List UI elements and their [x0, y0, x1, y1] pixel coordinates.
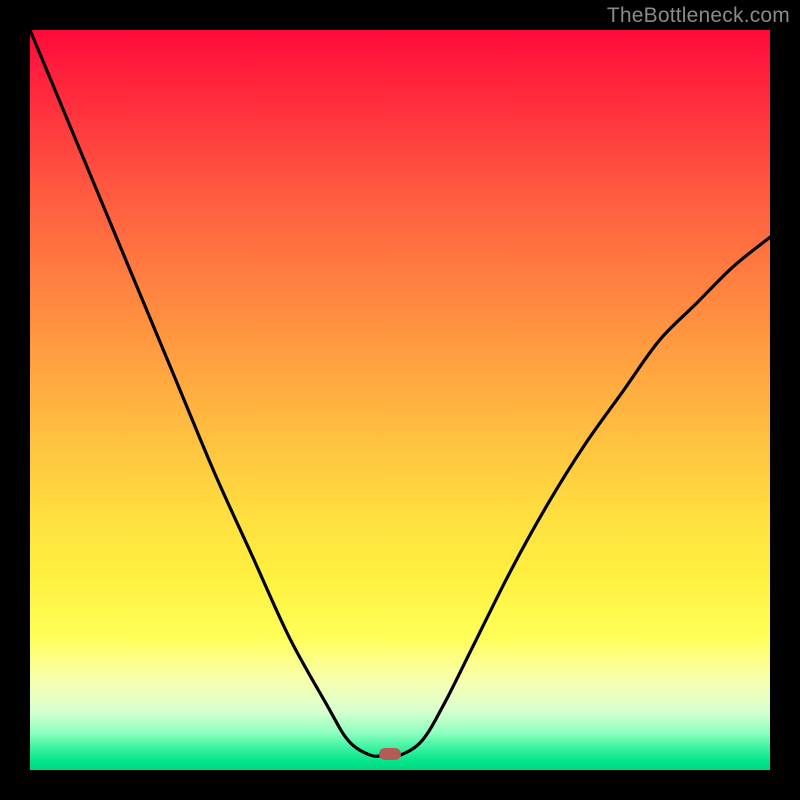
- watermark-text: TheBottleneck.com: [607, 4, 790, 28]
- bottleneck-curve: [30, 30, 770, 770]
- plot-area: [30, 30, 770, 770]
- chart-frame: TheBottleneck.com: [0, 0, 800, 800]
- optimal-point-marker: [379, 748, 401, 760]
